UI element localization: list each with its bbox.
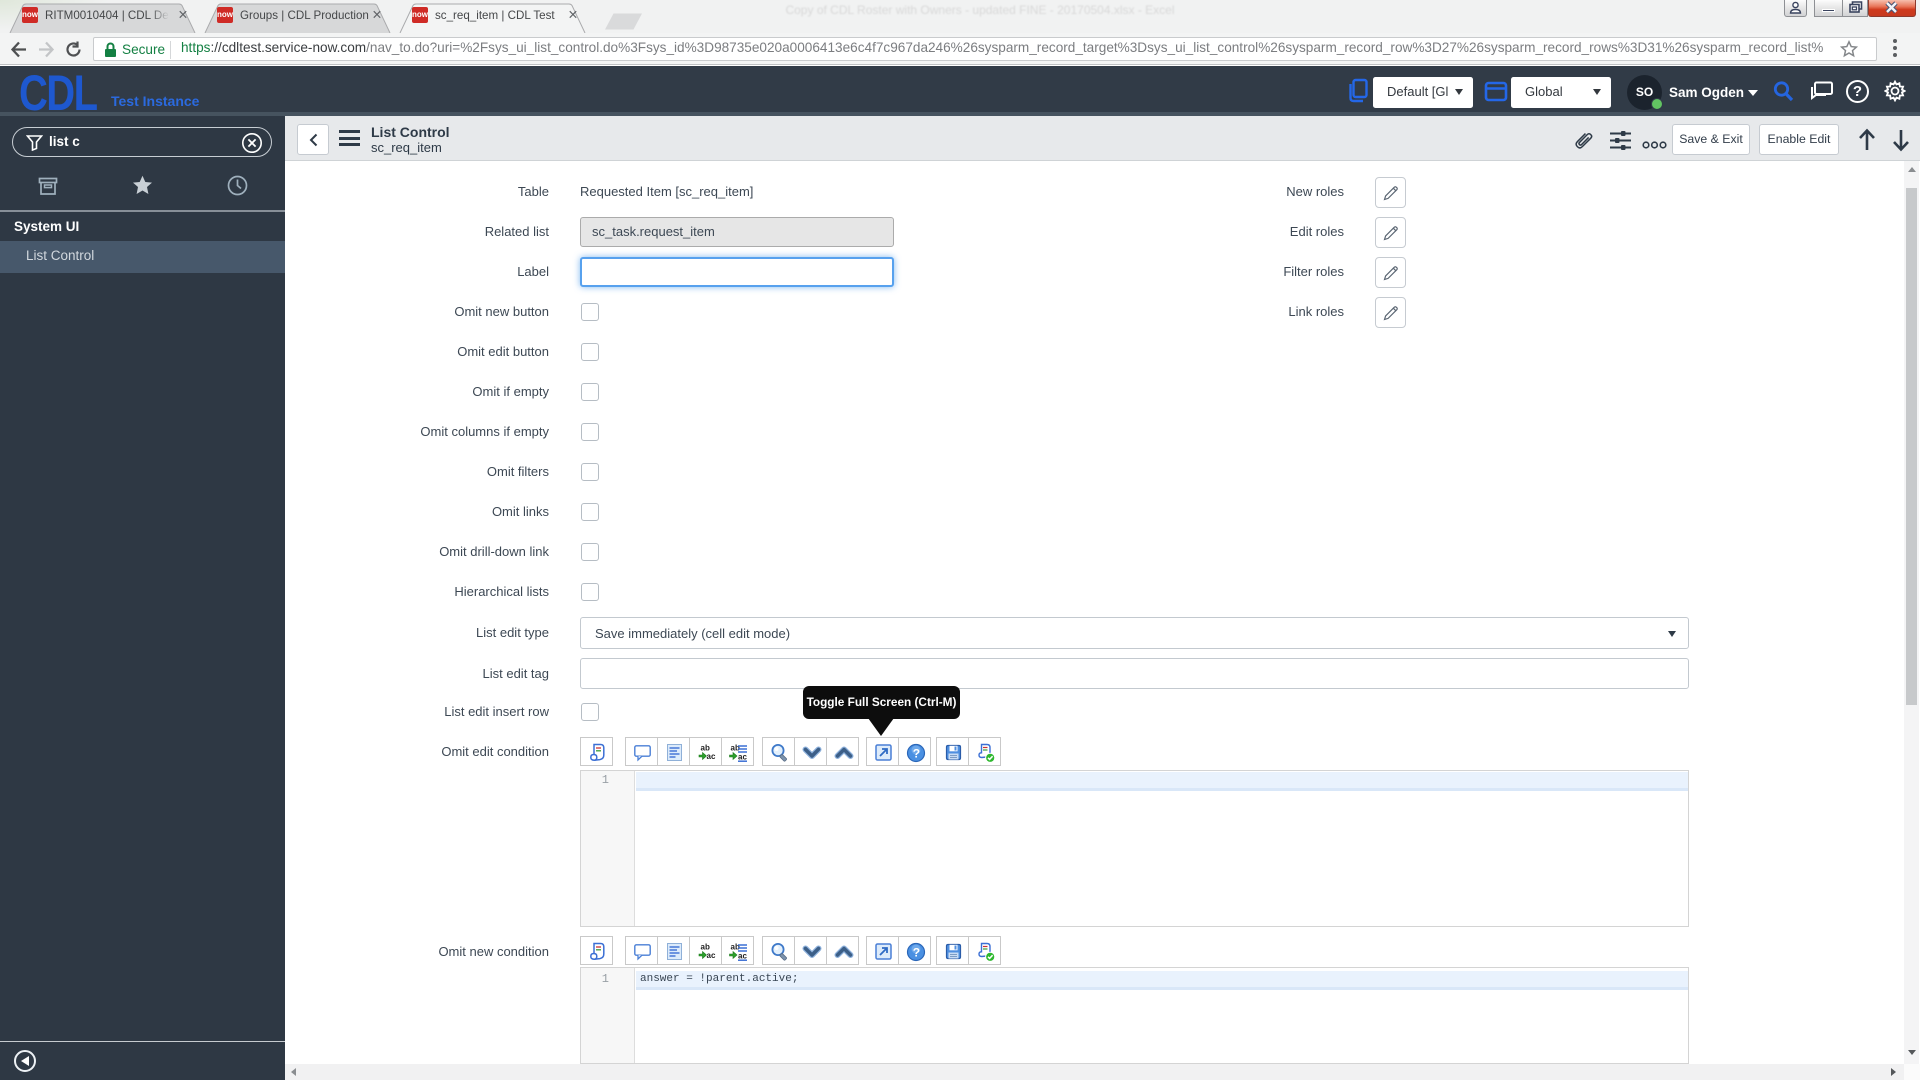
svg-text:?: ? xyxy=(913,747,920,761)
svg-text:ac: ac xyxy=(738,952,747,961)
svg-text:ac: ac xyxy=(707,752,716,761)
svg-text:ab: ab xyxy=(731,744,740,753)
svg-text:ac: ac xyxy=(738,753,747,762)
svg-text:?: ? xyxy=(913,946,920,960)
svg-text:ac: ac xyxy=(707,951,716,960)
svg-text:ab: ab xyxy=(731,943,740,952)
